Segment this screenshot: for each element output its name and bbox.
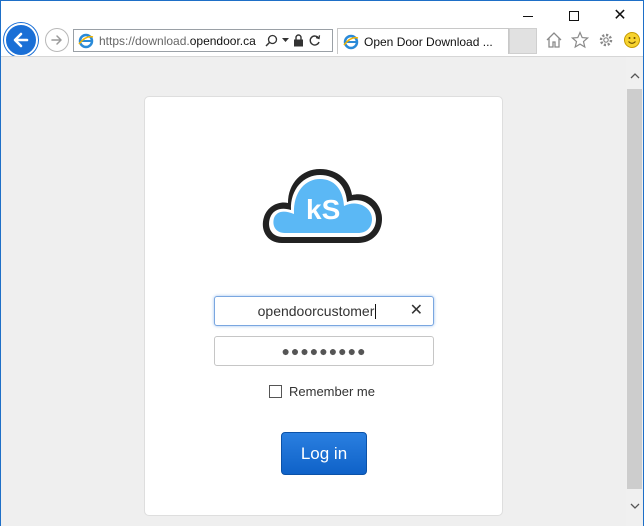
home-icon: [546, 32, 562, 48]
search-icon[interactable]: [265, 34, 278, 47]
feedback-button[interactable]: [621, 29, 643, 51]
forward-button[interactable]: [45, 28, 69, 52]
home-button[interactable]: [543, 29, 565, 51]
text-caret: [375, 304, 377, 320]
ie-tab-icon: [343, 34, 359, 49]
scroll-thumb[interactable]: [627, 89, 642, 489]
new-tab-button[interactable]: [509, 28, 537, 54]
remember-me-row[interactable]: Remember me: [269, 384, 375, 399]
password-value: ●●●●●●●●●: [281, 343, 367, 359]
tab-title: Open Door Download ...: [364, 34, 493, 49]
settings-button[interactable]: [595, 29, 617, 51]
remember-me-label: Remember me: [289, 384, 375, 399]
remember-me-checkbox[interactable]: [269, 385, 282, 398]
url-domain: opendoor.ca: [189, 33, 256, 48]
refresh-icon[interactable]: [308, 34, 321, 47]
scroll-up-icon[interactable]: [626, 67, 643, 84]
dropdown-icon[interactable]: [282, 38, 289, 43]
smiley-icon: [624, 32, 640, 48]
lock-icon[interactable]: [293, 34, 304, 47]
favorites-button[interactable]: [569, 29, 591, 51]
navigation-bar: https://download.opendoor.ca Open Door D…: [1, 21, 643, 59]
login-button[interactable]: Log in: [281, 432, 367, 475]
url-prefix: https://download.: [99, 33, 190, 48]
minimize-icon: [523, 15, 533, 17]
address-bar[interactable]: https://download.opendoor.ca: [73, 29, 333, 52]
right-toolbar: [543, 29, 643, 51]
password-field[interactable]: ●●●●●●●●●: [214, 336, 434, 366]
back-arrow-icon: [13, 32, 29, 48]
login-card: kS opendoorcustomer ✕ ●●●●●●●●● Remember…: [144, 96, 503, 516]
clear-input-icon[interactable]: ✕: [410, 302, 423, 320]
forward-arrow-icon: [51, 35, 62, 45]
url-text[interactable]: https://download.opendoor.ca: [99, 34, 261, 48]
ie-page-icon: [78, 33, 94, 48]
browser-tab[interactable]: Open Door Download ...: [337, 28, 509, 54]
scroll-down-icon[interactable]: [626, 497, 643, 514]
page-viewport: kS opendoorcustomer ✕ ●●●●●●●●● Remember…: [1, 57, 626, 526]
cloud-logo-icon: kS: [262, 169, 382, 243]
address-tools: [265, 34, 321, 47]
logo-text: kS: [306, 194, 340, 225]
username-field[interactable]: opendoorcustomer ✕: [214, 296, 434, 326]
browser-window: ✕ https://download.opendoor.ca Open Door…: [0, 0, 644, 526]
back-button[interactable]: [4, 23, 38, 57]
maximize-icon: [569, 11, 579, 21]
vertical-scrollbar[interactable]: [626, 57, 643, 526]
star-icon: [571, 31, 589, 49]
gear-icon: [599, 33, 613, 47]
username-value: opendoorcustomer: [257, 302, 375, 319]
